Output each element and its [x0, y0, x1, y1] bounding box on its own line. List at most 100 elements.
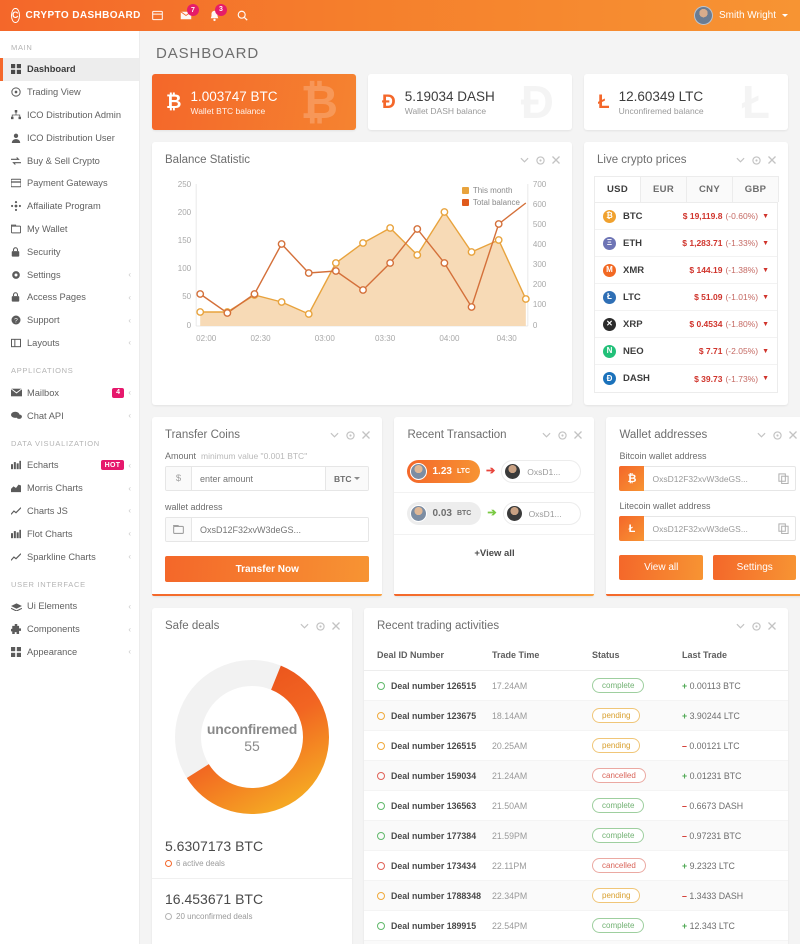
- price-row[interactable]: Ξ ETH $ 1,283.71 (-1.33%) ▼: [595, 230, 777, 257]
- table-row[interactable]: Deal number 17999323.05PMcomplete+ 0.232…: [364, 940, 788, 944]
- wallet-address-input[interactable]: [192, 518, 369, 541]
- close-icon[interactable]: [768, 156, 776, 164]
- coin-symbol: LTC: [623, 291, 641, 303]
- mail-icon[interactable]: 7: [180, 4, 199, 21]
- bitcoin-address-input[interactable]: [644, 466, 772, 491]
- sidebar-item-appearance[interactable]: Appearance ‹: [0, 641, 139, 664]
- puzzle-icon: [11, 624, 27, 635]
- transfer-now-button[interactable]: Transfer Now: [165, 556, 370, 582]
- table-row[interactable]: Deal number 177384 21.59PM complete – 0.972…: [364, 820, 788, 851]
- currency-select[interactable]: BTC: [325, 467, 369, 490]
- sidebar-item-charts-js[interactable]: Charts JS ‹: [0, 500, 139, 523]
- view-all-button[interactable]: View all: [619, 555, 703, 580]
- sidebar-item-buy-sell-crypto[interactable]: Buy & Sell Crypto: [0, 149, 139, 172]
- price-row[interactable]: Ł LTC $ 51.09 (-1.01%) ▼: [595, 284, 777, 311]
- table-row[interactable]: Deal number 123675 18.14AM pending + 3.9024…: [364, 700, 788, 731]
- balance-card-dash[interactable]: Ð 5.19034 DASH Wallet DASH balance Ð: [368, 74, 572, 130]
- price-row[interactable]: M XMR $ 144.19 (-1.38%) ▼: [595, 257, 777, 284]
- sidebar-item-my-wallet[interactable]: My Wallet: [0, 218, 139, 241]
- close-icon[interactable]: [768, 622, 776, 630]
- sidebar-item-label: Security: [27, 246, 61, 257]
- sidebar-item-components[interactable]: Components ‹: [0, 618, 139, 641]
- view-all-link[interactable]: +View all: [394, 535, 594, 572]
- gear-icon[interactable]: [346, 430, 356, 440]
- menu-icon[interactable]: [152, 10, 163, 21]
- svg-text:200: 200: [533, 280, 547, 289]
- price-row[interactable]: Ð DASH $ 39.73 (-1.73%) ▼: [595, 365, 777, 392]
- gear-icon[interactable]: [558, 430, 568, 440]
- tab-gbp[interactable]: GBP: [732, 176, 779, 202]
- last-trade-value: 0.01231 BTC: [687, 770, 742, 781]
- gear-icon[interactable]: [752, 155, 761, 165]
- sidebar-item-dashboard[interactable]: Dashboard: [0, 58, 139, 81]
- sidebar-item-access-pages[interactable]: Access Pages ‹: [0, 286, 139, 309]
- grid-icon: [11, 64, 27, 75]
- sidebar-item-payment-gateways[interactable]: Payment Gateways: [0, 172, 139, 195]
- collapse-icon[interactable]: [736, 623, 745, 629]
- price-row[interactable]: ✕ XRP $ 0.4534 (-1.80%) ▼: [595, 311, 777, 338]
- balance-card-btc[interactable]: ₿ 1.003747 BTC Wallet BTC balance ₿: [152, 74, 356, 130]
- gear-icon[interactable]: [536, 155, 545, 165]
- sidebar-item-affiliate-program[interactable]: Affailiate Program: [0, 195, 139, 218]
- table-row[interactable]: Deal number 136563 21.50AM complete – 0.667…: [364, 790, 788, 821]
- collapse-icon[interactable]: [757, 432, 766, 438]
- legend-item[interactable]: Total balance: [461, 198, 520, 207]
- table-row[interactable]: Deal number 126515 20.25AM pending – 0.0012…: [364, 730, 788, 761]
- legend-item[interactable]: This month: [461, 186, 520, 195]
- copy-icon[interactable]: [771, 516, 797, 541]
- sidebar-item-ico-distribution-admin[interactable]: ICO Distribution Admin: [0, 104, 139, 127]
- litecoin-address-input[interactable]: [644, 516, 772, 541]
- collapse-icon[interactable]: [542, 432, 551, 438]
- collapse-icon[interactable]: [520, 157, 529, 163]
- sidebar-item-ico-distribution-user[interactable]: ICO Distribution User: [0, 126, 139, 149]
- sidebar-item-security[interactable]: Security: [0, 240, 139, 263]
- tab-cny[interactable]: CNY: [686, 176, 733, 202]
- sidebar-item-morris-charts[interactable]: Morris Charts ‹: [0, 477, 139, 500]
- settings-button[interactable]: Settings: [712, 555, 797, 580]
- transaction-row[interactable]: 1.23 LTC ➔ OxsD1...: [394, 451, 595, 493]
- amount-input[interactable]: [192, 467, 325, 490]
- collapse-icon[interactable]: [736, 157, 745, 163]
- collapse-icon[interactable]: [300, 623, 309, 629]
- sidebar-item-echarts[interactable]: Echarts HOT ‹: [0, 454, 139, 477]
- price-row[interactable]: N NEO $ 7.71 (-2.05%) ▼: [595, 338, 777, 365]
- sidebar-item-trading-view[interactable]: Trading View: [0, 81, 139, 104]
- user-menu[interactable]: Smith Wright: [693, 6, 800, 25]
- deal-id: Deal number 173434: [391, 860, 477, 871]
- copy-icon[interactable]: [771, 466, 797, 491]
- sidebar-item-mailbox[interactable]: Mailbox 4 ‹: [0, 381, 139, 404]
- sidebar-item-label: Affailiate Program: [27, 201, 101, 212]
- tab-usd[interactable]: USD: [594, 176, 641, 202]
- brand[interactable]: C CRYPTO DASHBOARD: [0, 8, 140, 23]
- table-row[interactable]: Deal number 159034 21.24AM cancelled + 0.01…: [364, 760, 788, 791]
- sidebar-item-layouts[interactable]: Layouts ‹: [0, 332, 139, 355]
- close-icon[interactable]: [332, 622, 340, 630]
- price-row[interactable]: ₿ BTC $ 19,119.8 (-0.60%) ▼: [595, 203, 777, 230]
- search-icon[interactable]: [237, 10, 248, 21]
- bell-icon[interactable]: 3: [209, 3, 227, 22]
- tab-eur[interactable]: EUR: [640, 176, 687, 202]
- amount-hint: minimum value "0.001 BTC": [201, 451, 308, 461]
- sidebar-item-ui-elements[interactable]: Ui Elements ‹: [0, 595, 139, 618]
- gear-icon[interactable]: [752, 621, 761, 631]
- close-icon[interactable]: [574, 431, 583, 439]
- line-chart-icon: [11, 506, 27, 516]
- close-icon[interactable]: [362, 431, 371, 439]
- balance-card-ltc[interactable]: Ł 12.60349 LTC Unconfiremed balance Ł: [584, 74, 788, 130]
- collapse-icon[interactable]: [330, 432, 339, 438]
- table-row[interactable]: Deal number 173434 22.11PM cancelled + 9.23…: [364, 850, 788, 881]
- close-icon[interactable]: [789, 431, 798, 439]
- sidebar-item-sparkline-charts[interactable]: Sparkline Charts ‹: [0, 545, 139, 568]
- sidebar-item-chat-api[interactable]: Chat API ‹: [0, 404, 139, 427]
- close-icon[interactable]: [552, 156, 560, 164]
- table-row[interactable]: Deal number 1788348 22.34PM pending – 1.343…: [364, 880, 788, 911]
- gear-icon[interactable]: [316, 621, 325, 631]
- sidebar-item-settings[interactable]: Settings ‹: [0, 263, 139, 286]
- gear-icon[interactable]: [773, 430, 783, 440]
- status-cell: complete: [588, 820, 678, 851]
- sidebar-item-support[interactable]: ? Support ‹: [0, 309, 139, 332]
- table-row[interactable]: Deal number 189915 22.54PM complete + 12.34…: [364, 910, 788, 941]
- table-row[interactable]: Deal number 126515 17.24AM complete + 0.001…: [364, 670, 788, 701]
- sidebar-item-flot-charts[interactable]: Flot Charts ‹: [0, 522, 139, 545]
- transaction-row[interactable]: 0.03 BTC ➔ OxsD1...: [394, 493, 595, 535]
